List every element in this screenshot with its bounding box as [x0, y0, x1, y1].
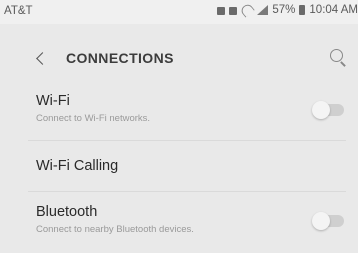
search-button[interactable] [328, 47, 350, 69]
bluetooth-title: Bluetooth [36, 204, 98, 220]
wifi-row[interactable]: Wi-Fi Connect to Wi-Fi networks. [0, 82, 358, 140]
toggle-knob [312, 101, 330, 119]
bluetooth-row[interactable]: Bluetooth Connect to nearby Bluetooth de… [0, 192, 358, 250]
wifi-calling-title: Wi-Fi Calling [36, 158, 119, 174]
carrier-label: AT&T [4, 5, 33, 17]
battery-percent: 57% [272, 4, 296, 16]
header: CONNECTIONS [0, 36, 358, 80]
back-button[interactable] [26, 44, 54, 72]
signal-icon [257, 5, 269, 15]
chevron-left-icon [35, 51, 49, 65]
notification-icon [217, 6, 226, 15]
wifi-title: Wi-Fi [36, 93, 70, 109]
wifi-calling-icon [239, 2, 256, 18]
battery-icon [299, 5, 306, 15]
notification-icon [229, 6, 238, 15]
wifi-calling-row[interactable]: Wi-Fi Calling [0, 141, 358, 191]
clock: 10:04 AM [309, 4, 358, 16]
toggle-knob [312, 212, 330, 230]
bluetooth-subtitle: Connect to nearby Bluetooth devices. [36, 224, 194, 235]
wifi-toggle[interactable] [312, 101, 344, 119]
page-title: CONNECTIONS [66, 50, 174, 66]
wifi-subtitle: Connect to Wi-Fi networks. [36, 113, 151, 124]
bluetooth-toggle[interactable] [312, 212, 344, 230]
status-bar: AT&T 57% 10:04 AM [0, 0, 358, 24]
status-icons: 57% 10:04 AM [217, 2, 358, 18]
